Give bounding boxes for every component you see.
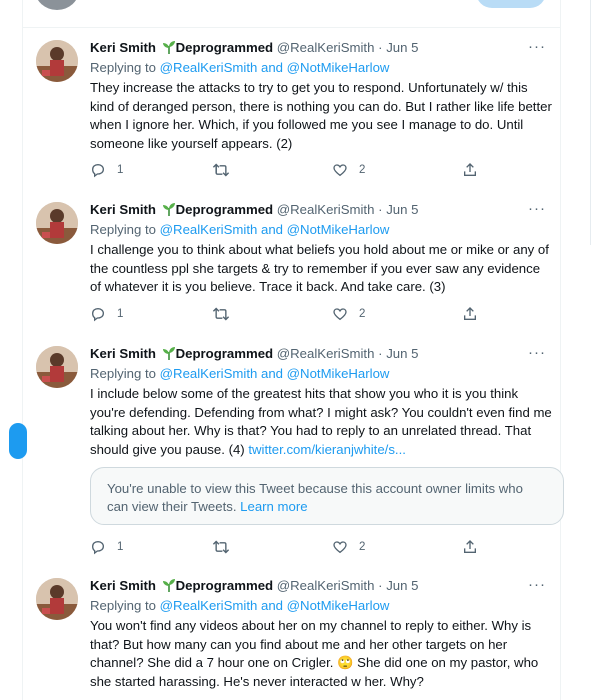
- avatar[interactable]: [36, 346, 78, 388]
- more-icon[interactable]: ···: [528, 201, 546, 216]
- more-icon[interactable]: ···: [528, 345, 546, 360]
- tweet-date[interactable]: Jun 5: [386, 202, 418, 217]
- replying-to-links[interactable]: @RealKeriSmith and @NotMikeHarlow: [160, 60, 390, 75]
- avatar[interactable]: [36, 202, 78, 244]
- seedling-icon: [162, 41, 175, 54]
- retweet-action[interactable]: [212, 539, 241, 555]
- like-count: 2: [359, 164, 366, 176]
- share-action[interactable]: [462, 306, 478, 322]
- reply-icon: [91, 307, 105, 322]
- tweet-actions: 1 2: [90, 162, 490, 178]
- share-icon: [464, 163, 476, 176]
- tweet-actions: 1 2: [90, 539, 490, 555]
- tweet-text: I challenge you to think about what beli…: [90, 242, 549, 295]
- author-handle[interactable]: @RealKeriSmith: [277, 578, 375, 593]
- avatar[interactable]: [36, 40, 78, 82]
- previous-tweet-button[interactable]: [476, 0, 546, 8]
- replying-to-links[interactable]: @RealKeriSmith and @NotMikeHarlow: [160, 598, 390, 613]
- more-icon[interactable]: ···: [528, 39, 546, 54]
- author-handle[interactable]: @RealKeriSmith: [277, 346, 375, 361]
- tweet-link[interactable]: twitter.com/kieranjwhite/s...: [248, 442, 406, 457]
- separator-dot: ·: [378, 346, 383, 361]
- reply-action[interactable]: 1: [90, 539, 123, 555]
- replying-to: Replying to @RealKeriSmith and @NotMikeH…: [90, 222, 389, 238]
- author-name-suffix[interactable]: Deprogrammed: [176, 40, 273, 55]
- share-action[interactable]: [462, 162, 478, 178]
- seedling-icon: [162, 347, 175, 360]
- share-icon: [464, 540, 476, 553]
- reply-count: 1: [117, 541, 124, 553]
- retweet-action[interactable]: [212, 306, 241, 322]
- author-name-suffix[interactable]: Deprogrammed: [176, 578, 273, 593]
- author-name[interactable]: Keri Smith: [90, 202, 156, 217]
- author-handle[interactable]: @RealKeriSmith: [277, 40, 375, 55]
- like-action[interactable]: 2: [332, 306, 365, 322]
- tweet-date[interactable]: Jun 5: [386, 40, 418, 55]
- reply-count: 1: [117, 308, 124, 320]
- retweet-icon: [212, 163, 230, 177]
- right-column-edge: [590, 0, 591, 245]
- share-icon: [464, 307, 476, 320]
- avatar[interactable]: [36, 578, 78, 620]
- share-action[interactable]: [462, 539, 478, 555]
- replying-to: Replying to @RealKeriSmith and @NotMikeH…: [90, 598, 389, 614]
- like-count: 2: [359, 541, 366, 553]
- tweet-header: Keri Smith Deprogrammed @RealKeriSmith ·…: [90, 202, 418, 218]
- replying-to-label: Replying to: [90, 60, 156, 75]
- retweet-icon: [212, 307, 230, 321]
- retweet-action[interactable]: [212, 162, 241, 178]
- author-handle[interactable]: @RealKeriSmith: [277, 202, 375, 217]
- tweet-header: Keri Smith Deprogrammed @RealKeriSmith ·…: [90, 40, 418, 56]
- like-count: 2: [359, 308, 366, 320]
- tweet-text: I include below some of the greatest hit…: [90, 385, 554, 459]
- reply-count: 1: [117, 164, 124, 176]
- reply-icon: [91, 163, 105, 178]
- author-name-suffix[interactable]: Deprogrammed: [176, 202, 273, 217]
- tweet-date[interactable]: Jun 5: [386, 578, 418, 593]
- separator: [23, 27, 560, 28]
- seedling-icon: [162, 203, 175, 216]
- replying-to-links[interactable]: @RealKeriSmith and @NotMikeHarlow: [160, 366, 390, 381]
- reply-action[interactable]: 1: [90, 306, 123, 322]
- learn-more-link[interactable]: Learn more: [240, 499, 307, 514]
- like-action[interactable]: 2: [332, 162, 365, 178]
- tweet-date[interactable]: Jun 5: [386, 346, 418, 361]
- tweet-text: You won't find any videos about her on m…: [90, 618, 539, 689]
- separator-dot: ·: [378, 40, 383, 55]
- seedling-icon: [162, 579, 175, 592]
- heart-icon: [333, 541, 347, 554]
- author-name[interactable]: Keri Smith: [90, 578, 156, 593]
- timeline-column: Keri Smith Deprogrammed @RealKeriSmith ·…: [9, 0, 564, 700]
- separator-dot: ·: [378, 578, 383, 593]
- author-name[interactable]: Keri Smith: [90, 346, 156, 361]
- quote-notice-text: You're unable to view this Tweet because…: [107, 481, 523, 514]
- previous-tweet-avatar[interactable]: [35, 0, 79, 10]
- author-name[interactable]: Keri Smith: [90, 40, 156, 55]
- heart-icon: [333, 308, 347, 321]
- heart-icon: [333, 164, 347, 177]
- tweet-text: They increase the attacks to try to get …: [90, 80, 552, 151]
- left-edge-dot: [9, 423, 27, 459]
- reply-icon: [91, 540, 105, 555]
- author-name-suffix[interactable]: Deprogrammed: [176, 346, 273, 361]
- tweet-header: Keri Smith Deprogrammed @RealKeriSmith ·…: [90, 346, 418, 362]
- replying-to-label: Replying to: [90, 366, 156, 381]
- like-action[interactable]: 2: [332, 539, 365, 555]
- replying-to-label: Replying to: [90, 222, 156, 237]
- retweet-icon: [212, 540, 230, 554]
- tweet-actions: 1 2: [90, 306, 490, 322]
- tweet-header: Keri Smith Deprogrammed @RealKeriSmith ·…: [90, 578, 418, 594]
- reply-action[interactable]: 1: [90, 162, 123, 178]
- separator-dot: ·: [378, 202, 383, 217]
- replying-to: Replying to @RealKeriSmith and @NotMikeH…: [90, 60, 389, 76]
- replying-to: Replying to @RealKeriSmith and @NotMikeH…: [90, 366, 389, 382]
- unavailable-quote-card: You're unable to view this Tweet because…: [90, 467, 564, 525]
- replying-to-links[interactable]: @RealKeriSmith and @NotMikeHarlow: [160, 222, 390, 237]
- more-icon[interactable]: ···: [528, 577, 546, 592]
- replying-to-label: Replying to: [90, 598, 156, 613]
